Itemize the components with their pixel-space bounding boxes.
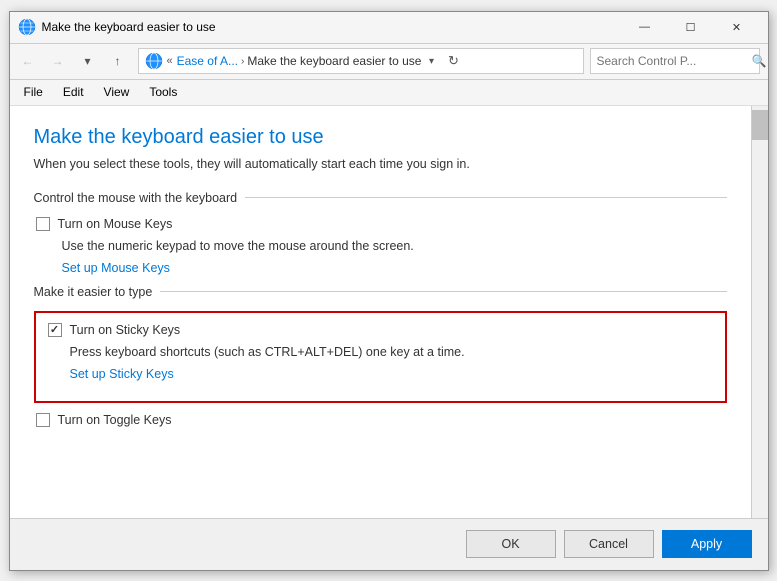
toggle-keys-label: Turn on Toggle Keys bbox=[58, 413, 172, 427]
page-title: Make the keyboard easier to use bbox=[34, 126, 727, 149]
sticky-keys-label: Turn on Sticky Keys bbox=[70, 323, 181, 337]
toggle-keys-checkbox-wrapper: Turn on Toggle Keys bbox=[36, 413, 172, 427]
type-section-line bbox=[160, 291, 726, 292]
search-input[interactable] bbox=[597, 54, 752, 68]
content-area: Make the keyboard easier to use When you… bbox=[10, 106, 768, 518]
scrollbar-thumb[interactable] bbox=[752, 110, 768, 140]
main-window: Make the keyboard easier to use — ☐ ✕ ← … bbox=[9, 11, 769, 571]
close-button[interactable]: ✕ bbox=[714, 11, 760, 43]
nav-bar: ← → ▾ ↑ « Ease of A... › Make the keyboa… bbox=[10, 44, 768, 80]
back-button[interactable]: ← bbox=[14, 47, 42, 75]
menu-file[interactable]: File bbox=[14, 82, 53, 102]
window-icon bbox=[18, 18, 36, 36]
sticky-keys-row: Turn on Sticky Keys bbox=[48, 323, 713, 337]
breadcrumb-separator: « bbox=[167, 55, 173, 67]
mouse-section-line bbox=[245, 197, 726, 198]
apply-button[interactable]: Apply bbox=[662, 530, 752, 558]
up-button[interactable]: ↑ bbox=[104, 47, 132, 75]
window-controls: — ☐ ✕ bbox=[622, 11, 760, 43]
mouse-keys-setup-link[interactable]: Set up Mouse Keys bbox=[34, 261, 727, 275]
breadcrumb-arrow: › bbox=[241, 56, 244, 67]
sticky-keys-highlighted: Turn on Sticky Keys Press keyboard short… bbox=[34, 311, 727, 403]
mouse-keys-checkbox-wrapper: Turn on Mouse Keys bbox=[36, 217, 173, 231]
menu-view[interactable]: View bbox=[94, 82, 140, 102]
menu-bar: File Edit View Tools bbox=[10, 80, 768, 106]
type-section-header: Make it easier to type bbox=[34, 285, 727, 299]
toggle-keys-checkbox[interactable] bbox=[36, 413, 50, 427]
cancel-button[interactable]: Cancel bbox=[564, 530, 654, 558]
forward-button[interactable]: → bbox=[44, 47, 72, 75]
menu-edit[interactable]: Edit bbox=[53, 82, 94, 102]
breadcrumb-parent[interactable]: Ease of A... bbox=[177, 54, 238, 68]
sticky-keys-checkbox-wrapper: Turn on Sticky Keys bbox=[48, 323, 181, 337]
mouse-keys-label: Turn on Mouse Keys bbox=[58, 217, 173, 231]
address-dropdown-button[interactable]: ▾ bbox=[421, 49, 441, 73]
menu-tools[interactable]: Tools bbox=[139, 82, 187, 102]
maximize-button[interactable]: ☐ bbox=[668, 11, 714, 43]
minimize-button[interactable]: — bbox=[622, 11, 668, 43]
recent-pages-button[interactable]: ▾ bbox=[74, 47, 102, 75]
search-bar: 🔍 bbox=[590, 48, 760, 74]
page-subtitle: When you select these tools, they will a… bbox=[34, 157, 727, 171]
mouse-keys-description: Use the numeric keypad to move the mouse… bbox=[34, 239, 727, 253]
mouse-section-label: Control the mouse with the keyboard bbox=[34, 191, 246, 205]
mouse-section-header: Control the mouse with the keyboard bbox=[34, 191, 727, 205]
type-section-label: Make it easier to type bbox=[34, 285, 161, 299]
window-title: Make the keyboard easier to use bbox=[42, 20, 622, 34]
breadcrumb-current: Make the keyboard easier to use bbox=[247, 54, 421, 68]
main-content: Make the keyboard easier to use When you… bbox=[10, 106, 751, 518]
sticky-keys-checkbox[interactable] bbox=[48, 323, 62, 337]
address-bar: « Ease of A... › Make the keyboard easie… bbox=[138, 48, 584, 74]
address-icon bbox=[145, 52, 163, 70]
title-bar: Make the keyboard easier to use — ☐ ✕ bbox=[10, 12, 768, 44]
mouse-keys-checkbox[interactable] bbox=[36, 217, 50, 231]
scrollbar[interactable] bbox=[751, 106, 768, 518]
sticky-keys-description: Press keyboard shortcuts (such as CTRL+A… bbox=[48, 345, 713, 359]
refresh-button[interactable]: ↻ bbox=[441, 49, 465, 73]
ok-button[interactable]: OK bbox=[466, 530, 556, 558]
mouse-keys-row: Turn on Mouse Keys bbox=[34, 217, 727, 231]
toggle-keys-row: Turn on Toggle Keys bbox=[34, 413, 727, 427]
search-icon-button[interactable]: 🔍 bbox=[752, 54, 767, 68]
footer: OK Cancel Apply bbox=[10, 518, 768, 570]
sticky-keys-setup-link[interactable]: Set up Sticky Keys bbox=[48, 367, 713, 381]
